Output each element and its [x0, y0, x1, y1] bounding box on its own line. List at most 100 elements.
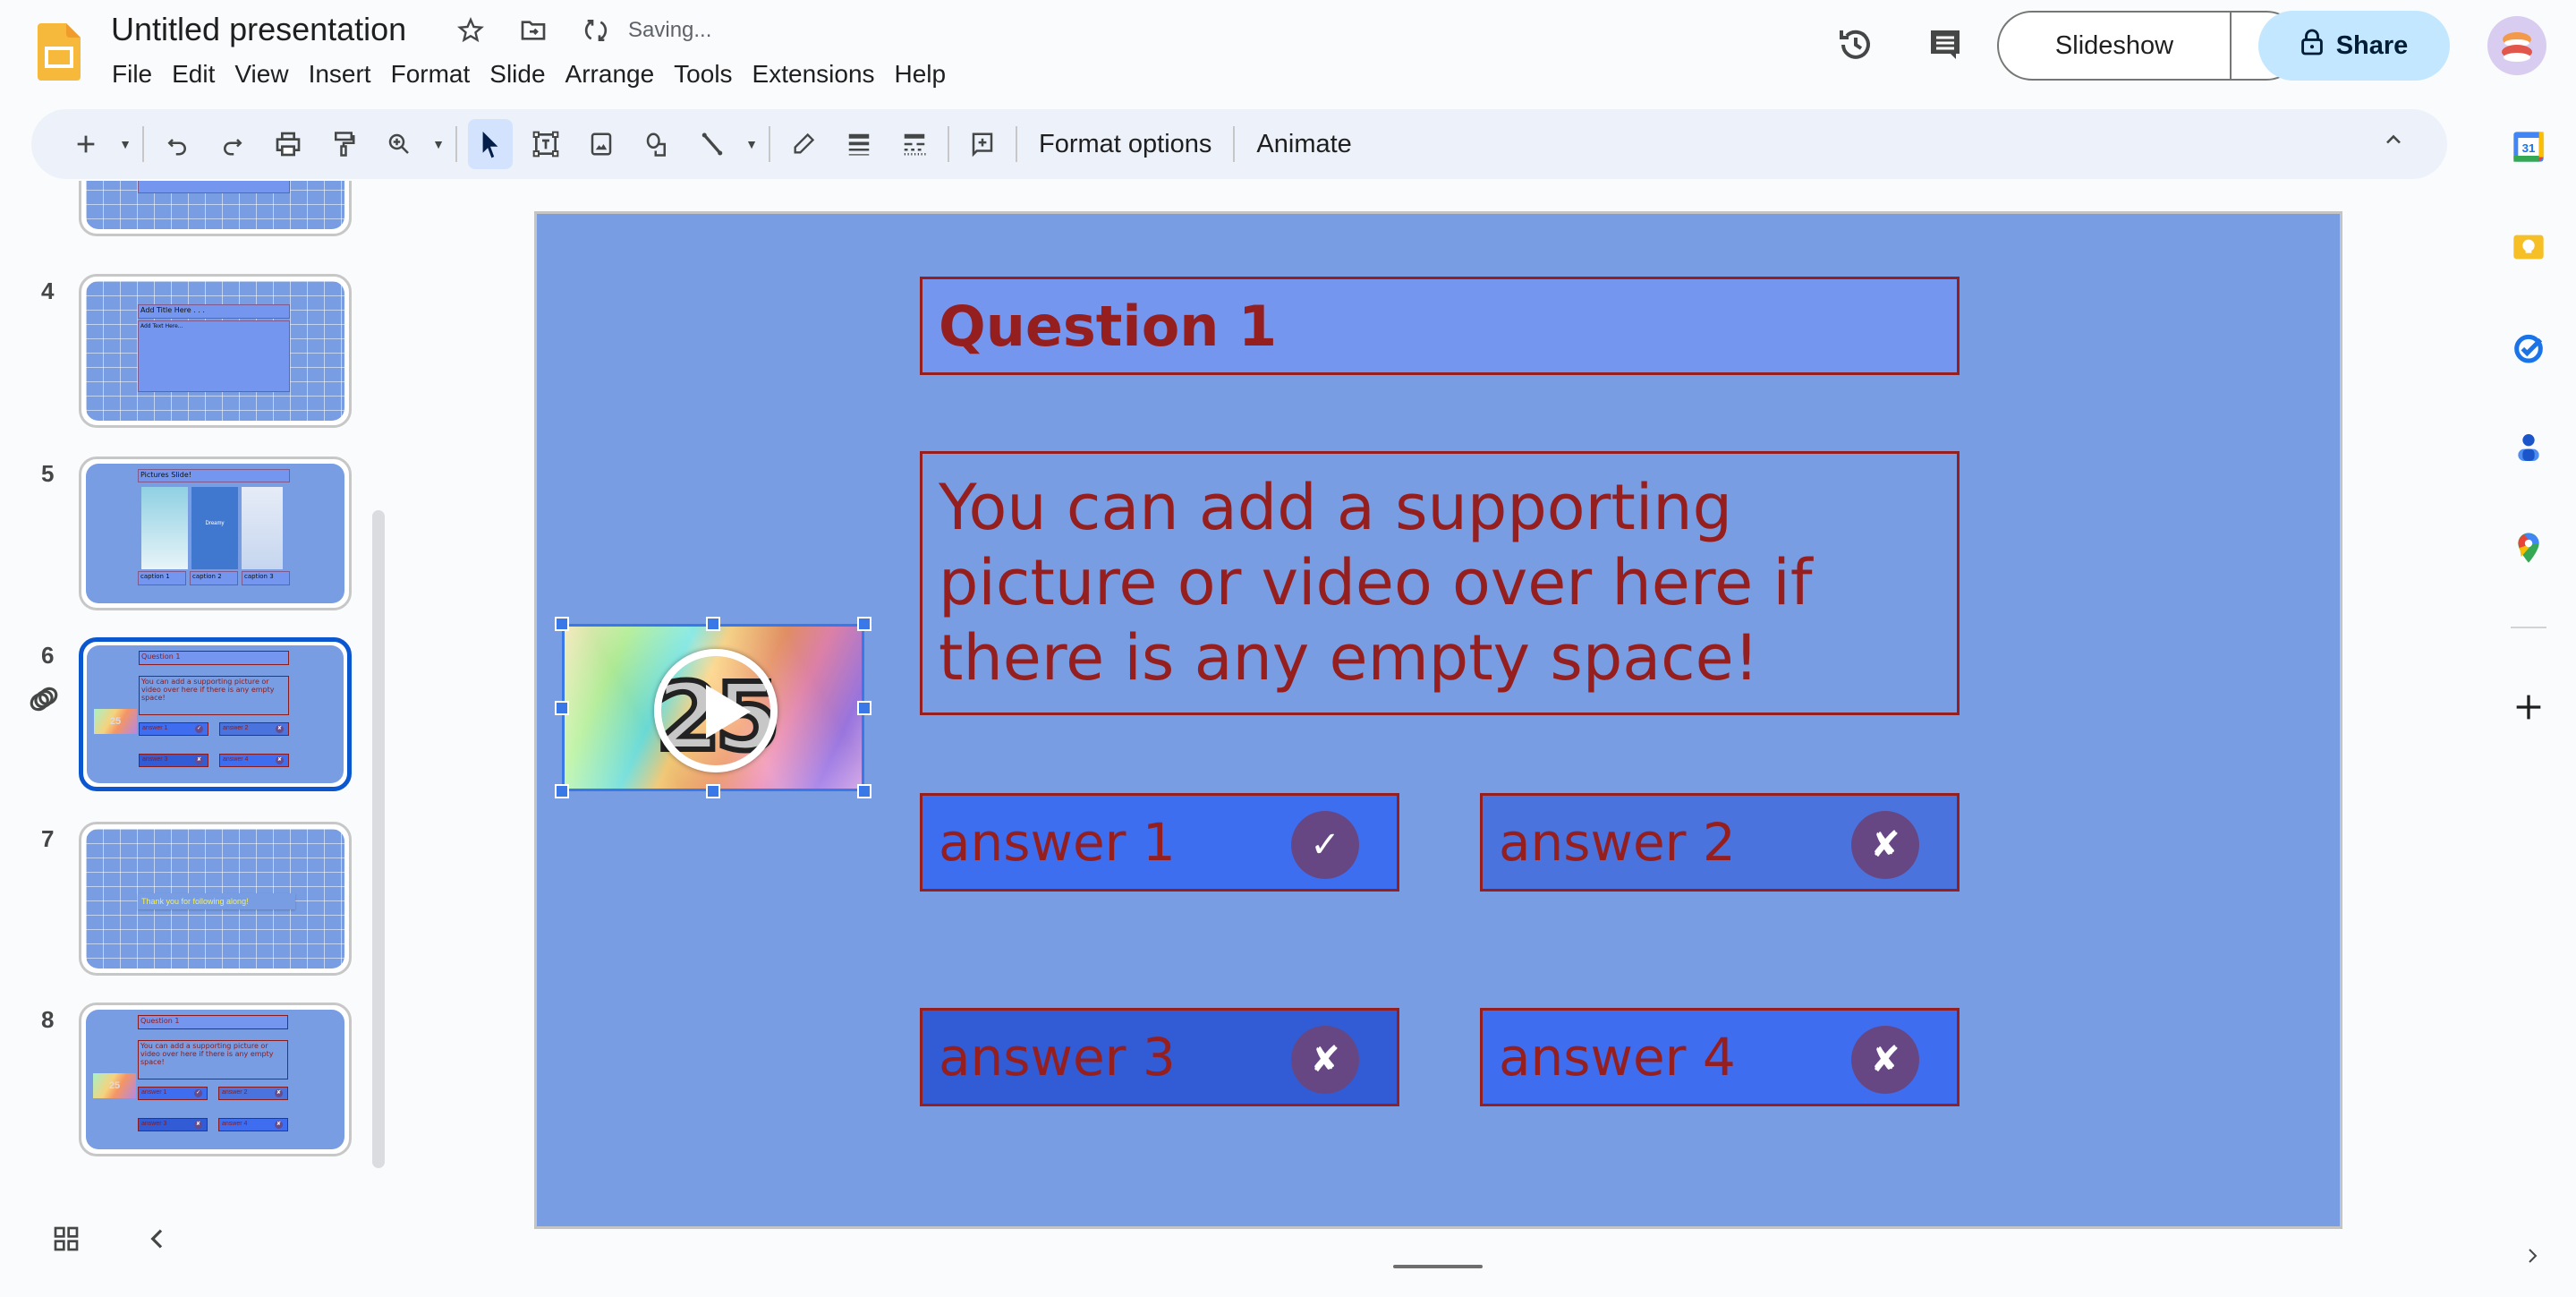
filmstrip-slide-7[interactable]: Thank you for following along!: [79, 822, 352, 976]
slideshow-button-group: Slideshow ▼: [1997, 11, 2301, 81]
slide-body-text[interactable]: You can add a supporting picture or vide…: [920, 451, 1960, 715]
border-dash-icon[interactable]: [892, 119, 937, 169]
text-box-icon[interactable]: [523, 119, 568, 169]
grid-view-icon[interactable]: [52, 1224, 81, 1253]
slide-canvas[interactable]: Question 1 You can add a supporting pict…: [534, 211, 2342, 1229]
contacts-icon[interactable]: [2511, 430, 2546, 465]
border-weight-icon[interactable]: [837, 119, 881, 169]
new-slide-dropdown-icon[interactable]: ▼: [115, 119, 135, 169]
slideshow-button[interactable]: Slideshow: [1999, 13, 2232, 79]
thumb-image-clouds: [242, 487, 283, 569]
menu-format[interactable]: Format: [381, 55, 480, 93]
svg-text:31: 31: [2522, 141, 2536, 155]
comments-icon[interactable]: [1924, 23, 1967, 66]
slide-number: 6: [41, 642, 55, 669]
move-folder-icon[interactable]: [515, 13, 551, 48]
answer-label: answer 3: [939, 1027, 1176, 1088]
resize-handle[interactable]: [555, 701, 569, 715]
keep-icon[interactable]: [2511, 229, 2546, 265]
menu-extensions[interactable]: Extensions: [743, 55, 885, 93]
filmstrip-slide-4[interactable]: Add Title Here . . . Add Text Here...: [79, 274, 352, 428]
thumb-image-balloons: [141, 487, 188, 569]
lock-icon: [2300, 28, 2324, 64]
star-icon[interactable]: [453, 13, 489, 48]
line-icon[interactable]: [690, 119, 735, 169]
add-comment-icon[interactable]: [960, 119, 1005, 169]
resize-handle[interactable]: [555, 617, 569, 631]
answer-box-1[interactable]: answer 1 ✓: [920, 793, 1399, 892]
side-panel-divider: [2511, 627, 2546, 628]
resize-handle[interactable]: [706, 617, 720, 631]
menu-file[interactable]: File: [102, 55, 162, 93]
undo-icon[interactable]: [155, 119, 200, 169]
menu-view[interactable]: View: [225, 55, 298, 93]
tasks-icon[interactable]: [2511, 329, 2546, 365]
filmstrip-scrollbar[interactable]: [372, 510, 385, 1168]
menu-tools[interactable]: Tools: [664, 55, 742, 93]
document-title[interactable]: Untitled presentation: [111, 9, 406, 50]
animate-button[interactable]: Animate: [1240, 119, 1367, 169]
resize-handle[interactable]: [706, 784, 720, 798]
answer-label: answer 2: [1499, 812, 1736, 873]
toolbar: ▼ ▼ ▼ Format options Animate: [31, 109, 2447, 179]
slides-logo-icon[interactable]: [38, 23, 81, 81]
filmstrip-slide-8[interactable]: Question 1 You can add a supporting pict…: [79, 1003, 352, 1156]
share-button[interactable]: Share: [2258, 11, 2450, 81]
account-avatar[interactable]: [2487, 16, 2546, 75]
paint-format-icon[interactable]: [321, 119, 366, 169]
linked-slide-icon: [27, 682, 61, 716]
answer-box-3[interactable]: answer 3 ✘: [920, 1008, 1399, 1106]
save-status: Saving...: [628, 18, 712, 42]
line-dropdown-icon[interactable]: ▼: [742, 119, 761, 169]
check-icon: ✓: [1291, 811, 1359, 879]
answer-label: answer 4: [1499, 1027, 1736, 1088]
play-icon[interactable]: [654, 649, 778, 772]
slide-number: 5: [41, 460, 55, 487]
menu-arrange[interactable]: Arrange: [556, 55, 665, 93]
image-icon[interactable]: [579, 119, 624, 169]
version-history-icon[interactable]: [1834, 23, 1877, 66]
share-label: Share: [2335, 30, 2409, 60]
video-embed[interactable]: 25: [555, 617, 871, 798]
print-icon[interactable]: [266, 119, 310, 169]
sync-icon: [578, 13, 614, 48]
select-cursor-icon[interactable]: [468, 119, 513, 169]
add-addon-icon[interactable]: [2511, 689, 2546, 725]
filmstrip-slide-3[interactable]: [79, 181, 352, 236]
resize-handle[interactable]: [555, 784, 569, 798]
resize-handle[interactable]: [857, 784, 871, 798]
slide-number: 8: [41, 1006, 55, 1033]
menu-edit[interactable]: Edit: [162, 55, 225, 93]
filmstrip-slide-6[interactable]: Question 1 You can add a supporting pict…: [79, 637, 352, 791]
menu-bar: File Edit View Insert Format Slide Arran…: [102, 55, 956, 93]
zoom-dropdown-icon[interactable]: ▼: [429, 119, 448, 169]
maps-icon[interactable]: [2511, 530, 2546, 566]
redo-icon[interactable]: [210, 119, 255, 169]
answer-label: answer 1: [939, 812, 1176, 873]
zoom-icon[interactable]: [377, 119, 421, 169]
collapse-filmstrip-icon[interactable]: [143, 1224, 172, 1253]
cross-icon: ✘: [1851, 1026, 1919, 1094]
collapse-toolbar-icon[interactable]: [2381, 127, 2406, 158]
cross-icon: ✘: [1851, 811, 1919, 879]
shape-icon[interactable]: [634, 119, 679, 169]
new-slide-icon[interactable]: [64, 119, 108, 169]
border-color-icon[interactable]: [781, 119, 826, 169]
resize-handle[interactable]: [857, 701, 871, 715]
format-options-button[interactable]: Format options: [1023, 119, 1228, 169]
thumb-image-dreamy: Dreamy: [191, 487, 238, 569]
filmstrip: 4 Add Title Here . . . Add Text Here... …: [0, 181, 394, 1174]
resize-handle[interactable]: [857, 617, 871, 631]
expand-side-panel-icon[interactable]: [2521, 1242, 2543, 1276]
menu-insert[interactable]: Insert: [299, 55, 381, 93]
answer-box-4[interactable]: answer 4 ✘: [1480, 1008, 1960, 1106]
speaker-notes-drag-handle[interactable]: [1393, 1265, 1483, 1268]
menu-help[interactable]: Help: [885, 55, 956, 93]
menu-slide[interactable]: Slide: [480, 55, 555, 93]
filmstrip-slide-5[interactable]: Pictures Slide! Dreamy caption 1 caption…: [79, 457, 352, 610]
calendar-icon[interactable]: 31: [2511, 129, 2546, 165]
slide-title[interactable]: Question 1: [920, 277, 1960, 375]
slide-number: 4: [41, 277, 55, 304]
slide-number: 7: [41, 825, 55, 852]
answer-box-2[interactable]: answer 2 ✘: [1480, 793, 1960, 892]
